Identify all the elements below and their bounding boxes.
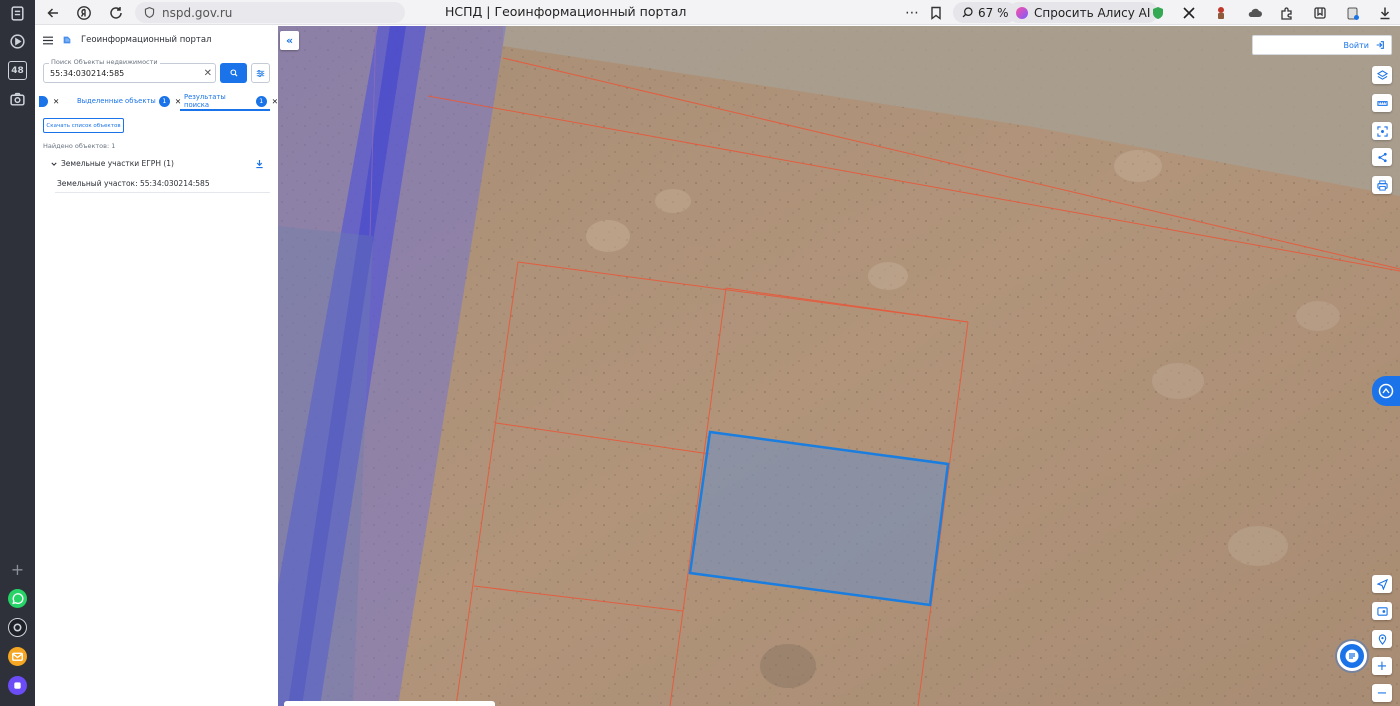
active-tab-indicator — [180, 109, 270, 111]
map-marker-icon — [1378, 633, 1386, 645]
share-button[interactable] — [1372, 148, 1392, 166]
yandex-icon[interactable] — [76, 3, 92, 22]
browser-side-rail: 48 + — [0, 0, 35, 706]
page-title: НСПД | Геоинформационный портал — [445, 4, 687, 19]
bookmarks-panel-icon[interactable] — [1312, 3, 1328, 22]
profile-icon[interactable] — [1345, 3, 1361, 22]
menu-icon[interactable] — [43, 36, 53, 45]
extension-figure-icon[interactable] — [1213, 3, 1229, 22]
more-icon[interactable]: ⋯ — [905, 3, 920, 22]
navigation-arrow-icon — [1376, 578, 1388, 590]
back-icon[interactable] — [45, 3, 61, 22]
cloud-icon[interactable] — [1247, 3, 1263, 22]
basemap-button[interactable] — [1372, 602, 1392, 620]
extensions-puzzle-icon[interactable] — [1279, 3, 1295, 22]
divider — [55, 192, 270, 193]
feedback-side-tab[interactable] — [1372, 376, 1400, 406]
zoom-indicator[interactable]: 67 % — [953, 2, 1017, 23]
tab-scroll-left-icon — [39, 95, 48, 107]
reload-icon[interactable] — [108, 3, 124, 22]
tab-label: Выделенные объекты — [77, 97, 156, 105]
count-badge: 1 — [255, 95, 267, 107]
download-icon[interactable] — [255, 159, 264, 169]
zoom-out-button[interactable]: − — [1372, 684, 1392, 702]
count-badge: 1 — [158, 95, 170, 107]
login-button[interactable]: Войти — [1252, 35, 1392, 55]
side-panel: Геоинформационный портал Поиск Объекты н… — [35, 26, 278, 706]
chevron-down-icon — [51, 162, 57, 166]
whatsapp-icon[interactable] — [8, 589, 27, 608]
tab-previous[interactable]: ✕ — [39, 92, 59, 110]
ruler-icon — [1376, 100, 1388, 106]
search-input[interactable] — [50, 67, 200, 80]
layers-button[interactable] — [1372, 66, 1392, 84]
collections-icon[interactable] — [8, 4, 27, 23]
select-area-icon — [1376, 125, 1388, 137]
basemap-icon — [1376, 606, 1388, 616]
messenger-icon[interactable] — [8, 676, 27, 695]
result-group-header[interactable]: Земельные участки ЕГРН (1) — [51, 159, 174, 168]
messenger-badge-icon[interactable]: 48 — [8, 61, 27, 80]
login-icon — [1376, 41, 1384, 49]
filter-button[interactable] — [251, 63, 270, 83]
chat-bubble-icon — [1378, 383, 1394, 399]
locate-button[interactable] — [1372, 575, 1392, 593]
download-list-button[interactable]: Скачать список объектов — [43, 118, 124, 133]
marker-button[interactable] — [1372, 630, 1392, 648]
search-label: Поиск Объекты недвижимости — [49, 58, 160, 66]
chat-button[interactable] — [1337, 641, 1367, 671]
address-bar[interactable]: nspd.gov.ru — [135, 2, 405, 23]
chat-icon — [1345, 649, 1359, 663]
shield-icon — [144, 7, 155, 18]
alice-icon[interactable] — [8, 618, 27, 637]
mail-icon[interactable] — [8, 647, 27, 666]
collapse-panel-button[interactable]: « — [280, 31, 299, 50]
satellite-imagery — [278, 26, 1400, 706]
add-icon[interactable]: + — [8, 560, 27, 579]
result-list-item[interactable]: Земельный участок: 55:34:030214:585 — [57, 179, 210, 188]
share-icon — [1377, 152, 1387, 162]
filter-sliders-icon — [256, 69, 265, 77]
alice-logo-icon — [1016, 6, 1028, 19]
search-button[interactable] — [220, 63, 247, 83]
found-count: Найдено объектов: 1 — [43, 142, 116, 150]
scale-bar-strip — [284, 701, 495, 706]
login-label: Войти — [1343, 40, 1369, 50]
area-select-button[interactable] — [1372, 122, 1392, 140]
panel-header: Геоинформационный портал — [43, 35, 212, 45]
close-icon[interactable]: ✕ — [53, 97, 59, 106]
app-title: Геоинформационный портал — [81, 35, 212, 45]
ask-alice-button[interactable]: Спросить Алису AI — [1008, 2, 1159, 23]
video-icon[interactable] — [8, 32, 27, 51]
map-view[interactable]: « Войти + − — [278, 26, 1400, 706]
close-icon[interactable]: ✕ — [175, 97, 181, 106]
search-field[interactable]: Поиск Объекты недвижимости ✕ — [43, 58, 216, 83]
address-text: nspd.gov.ru — [162, 5, 233, 20]
portal-logo-icon — [63, 36, 71, 44]
group-label: Земельные участки ЕГРН (1) — [61, 159, 174, 168]
tools-icon[interactable] — [1181, 3, 1197, 22]
tab-label: Результаты поиска — [184, 93, 226, 109]
print-button[interactable] — [1372, 176, 1392, 194]
tab-selected-objects[interactable]: Выделенные объекты 1 ✕ — [77, 92, 181, 110]
zoom-in-button[interactable]: + — [1372, 657, 1392, 675]
screenshot-icon[interactable] — [8, 90, 27, 109]
print-icon — [1376, 179, 1388, 191]
ruler-button[interactable] — [1372, 94, 1392, 112]
results-tabs: ✕ Выделенные объекты 1 ✕ Результаты поис… — [35, 92, 278, 110]
search-icon — [229, 69, 237, 77]
bookmark-icon[interactable] — [928, 3, 944, 22]
shield-check-icon[interactable] — [1150, 3, 1166, 22]
zoom-icon — [962, 7, 973, 18]
downloads-icon[interactable] — [1377, 3, 1393, 22]
browser-toolbar: nspd.gov.ru НСПД | Геоинформационный пор… — [35, 0, 1400, 25]
layers-icon — [1376, 69, 1388, 80]
clear-icon[interactable]: ✕ — [204, 67, 212, 80]
ask-alice-label: Спросить Алису AI — [1034, 5, 1151, 20]
tab-search-results[interactable]: Результаты поиска 1 ✕ — [184, 92, 278, 110]
zoom-value: 67 % — [978, 5, 1009, 20]
